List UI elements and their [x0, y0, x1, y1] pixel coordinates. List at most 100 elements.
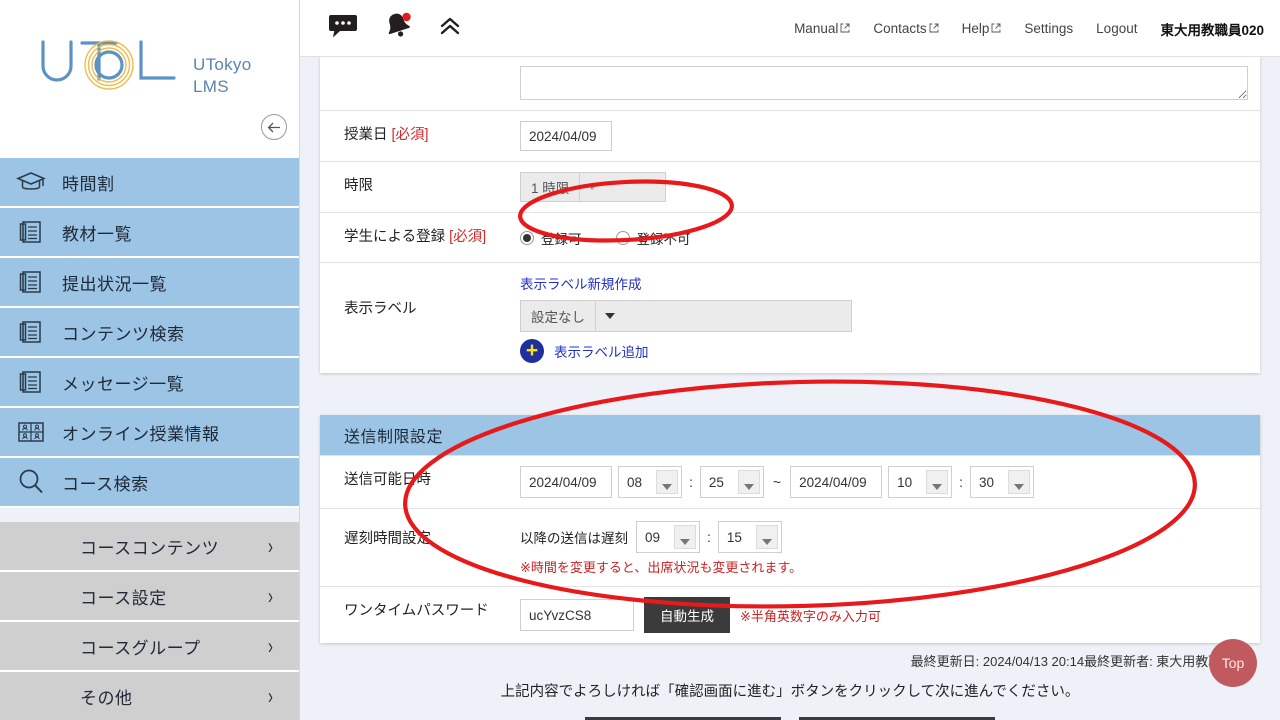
row-class-date: 授業日 [必須]	[320, 110, 1260, 161]
logo-subtitle: UTokyo LMS	[193, 54, 252, 98]
range-separator: ~	[764, 474, 790, 490]
student-registration-value: 登録可 登録不可	[520, 213, 1260, 262]
message-bubble-icon[interactable]	[328, 13, 358, 44]
sidebar-item-label: コンテンツ検索	[62, 320, 185, 345]
current-user-name: 東大用教職員020	[1160, 19, 1264, 39]
sidebar-item-label: 時間割	[62, 170, 115, 195]
sidebar-item-content-search[interactable]: コンテンツ検索	[0, 308, 299, 358]
clipboard-icon	[0, 219, 62, 245]
arrow-left-circle-icon[interactable]	[261, 114, 287, 140]
late-time-prefix: 以降の送信は遅刻	[520, 527, 628, 547]
row-value	[520, 57, 1260, 110]
late-time-note: ※時間を変更すると、出席状況も変更されます。	[520, 557, 802, 576]
sidebar-item-online-class-info[interactable]: オンライン授業情報	[0, 408, 299, 458]
external-link-icon	[991, 21, 1001, 36]
one-time-password-label: ワンタイムパスワード	[320, 587, 520, 643]
sidebar-item-course-group[interactable]: コースグループ ›	[0, 622, 299, 672]
bell-notification-icon[interactable]	[382, 11, 414, 46]
send-restriction-card: 送信制限設定 送信可能日時 08 : 25 ~	[320, 415, 1260, 643]
sidebar-item-label: コース検索	[62, 470, 149, 495]
header-link-manual[interactable]: Manual	[794, 21, 850, 36]
one-time-password-input[interactable]	[520, 599, 634, 631]
radio-dot-selected	[520, 231, 534, 245]
end-date-input[interactable]	[790, 466, 882, 498]
chevron-right-icon: ›	[268, 683, 273, 709]
search-icon	[0, 468, 62, 496]
display-label-label: 表示ラベル	[320, 263, 520, 373]
required-mark: [必須]	[449, 229, 486, 245]
row-period: 時限 1 時限	[320, 161, 1260, 212]
late-minute-value: 15	[719, 522, 756, 552]
sidebar-item-course-contents[interactable]: コースコンテンツ ›	[0, 522, 299, 572]
label-text: 学生による登録	[344, 229, 449, 245]
clipboard-icon	[0, 269, 62, 295]
end-hour-select[interactable]: 10	[888, 466, 952, 498]
sidebar-nav: 時間割 教材一覧 提出状況一覧 コンテンツ検索	[0, 158, 299, 508]
chevron-right-icon: ›	[268, 583, 273, 609]
sidebar-item-course-settings[interactable]: コース設定 ›	[0, 572, 299, 622]
available-datetime-label: 送信可能日時	[320, 456, 520, 508]
sidebar-subitem-label: コース設定	[80, 584, 167, 609]
start-minute-select[interactable]: 25	[700, 466, 764, 498]
plus-circle-icon[interactable]: +	[520, 339, 544, 363]
time-colon: :	[700, 529, 718, 545]
scroll-to-top-button[interactable]: Top	[1209, 639, 1257, 687]
header-link-help[interactable]: Help	[962, 21, 1002, 36]
sidebar-item-course-search[interactable]: コース検索	[0, 458, 299, 508]
graduation-cap-icon	[0, 171, 62, 193]
radio-dot	[616, 231, 630, 245]
one-time-password-value: 自動生成 ※半角英数字のみ入力可	[520, 587, 1260, 643]
row-available-datetime: 送信可能日時 08 : 25 ~	[320, 455, 1260, 508]
class-date-value	[520, 111, 1260, 161]
chevron-down-icon	[738, 470, 760, 494]
late-hour-select[interactable]: 09	[636, 521, 700, 553]
late-time-label: 遅刻時間設定	[320, 509, 520, 586]
class-settings-card: 授業日 [必須] 時限 1 時限 学生による登録 [必須]	[320, 57, 1260, 373]
late-time-value: 以降の送信は遅刻 09 : 15 ※時間を変更すると、出席状況も変更されます。	[520, 509, 1260, 586]
row-student-registration: 学生による登録 [必須] 登録可 登録不可	[320, 212, 1260, 262]
end-minute-value: 30	[971, 467, 1008, 497]
start-hour-select[interactable]: 08	[618, 466, 682, 498]
double-chevron-up-icon[interactable]	[438, 14, 462, 43]
end-hour-value: 10	[889, 467, 926, 497]
description-textarea[interactable]	[520, 66, 1248, 100]
late-minute-select[interactable]: 15	[718, 521, 782, 553]
radio-deny-registration[interactable]: 登録不可	[616, 228, 691, 248]
radio-label: 登録可	[541, 228, 582, 248]
sidebar-item-materials[interactable]: 教材一覧	[0, 208, 299, 258]
top-header: Manual Contacts Help Settings Logout 東大用…	[300, 0, 1280, 57]
external-link-icon	[840, 21, 850, 36]
create-display-label-link[interactable]: 表示ラベル新規作成	[520, 273, 852, 293]
required-mark: [必須]	[392, 127, 429, 143]
label-text: 授業日	[344, 127, 392, 143]
sidebar-item-other[interactable]: その他 ›	[0, 672, 299, 720]
end-minute-select[interactable]: 30	[970, 466, 1034, 498]
display-label-select[interactable]: 設定なし	[520, 300, 852, 332]
send-restriction-title: 送信制限設定	[320, 415, 1260, 455]
chevron-down-icon	[756, 525, 778, 549]
period-label: 時限	[320, 162, 520, 212]
header-link-logout[interactable]: Logout	[1096, 21, 1137, 36]
sidebar-item-messages[interactable]: メッセージ一覧	[0, 358, 299, 408]
add-display-label-row[interactable]: + 表示ラベル追加	[520, 339, 852, 363]
generate-password-button[interactable]: 自動生成	[644, 597, 730, 633]
start-date-input[interactable]	[520, 466, 612, 498]
header-links: Manual Contacts Help Settings Logout 東大用…	[794, 0, 1264, 57]
display-label-value: 表示ラベル新規作成 設定なし + 表示ラベル追加	[520, 263, 1260, 373]
available-datetime-value: 08 : 25 ~ 10 :	[520, 456, 1260, 508]
one-time-password-note: ※半角英数字のみ入力可	[740, 606, 881, 625]
display-label-select-value: 設定なし	[521, 301, 595, 331]
header-link-contacts[interactable]: Contacts	[873, 21, 938, 36]
class-date-input[interactable]	[520, 121, 612, 151]
chevron-down-icon	[674, 525, 696, 549]
start-hour-value: 08	[619, 467, 656, 497]
period-select[interactable]: 1 時限	[520, 172, 666, 202]
sidebar-item-timetable[interactable]: 時間割	[0, 158, 299, 208]
add-display-label-link[interactable]: 表示ラベル追加	[554, 341, 649, 361]
last-updated-text: 最終更新日: 2024/04/13 20:14最終更新者: 東大用教職員020	[300, 643, 1280, 670]
sidebar-item-submissions[interactable]: 提出状況一覧	[0, 258, 299, 308]
radio-allow-registration[interactable]: 登録可	[520, 228, 582, 248]
student-registration-label: 学生による登録 [必須]	[320, 213, 520, 262]
header-link-settings[interactable]: Settings	[1024, 21, 1073, 36]
app-root: UTokyo LMS 時間割 教材一覧	[0, 0, 1280, 720]
